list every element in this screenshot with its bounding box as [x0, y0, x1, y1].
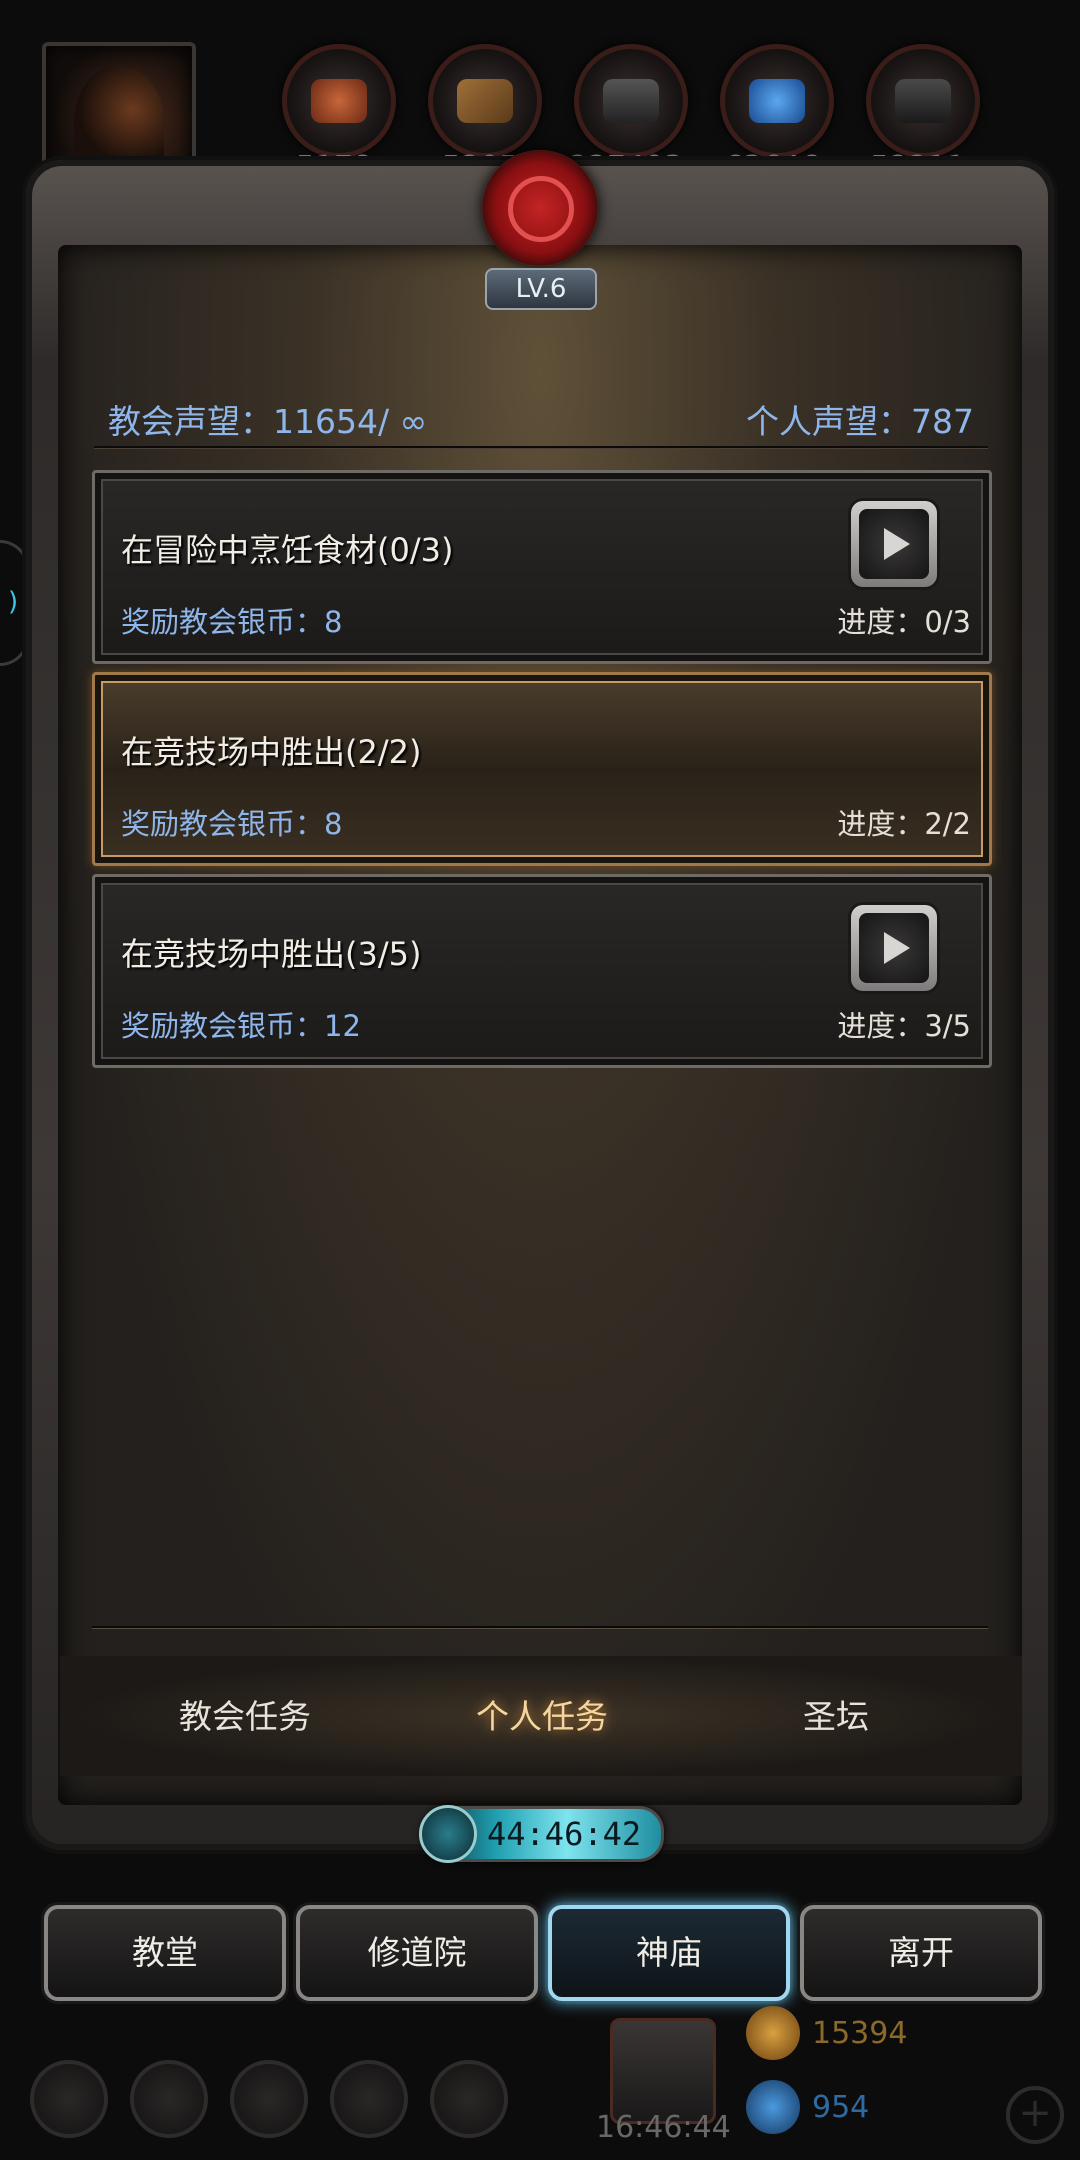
quest-title: 在冒险中烹饪食材(0/3) — [121, 531, 454, 569]
gift-box-icon[interactable] — [610, 2018, 716, 2124]
tab-church-tasks[interactable]: 教会任务 — [125, 1690, 365, 1738]
quest-reward: 奖励教会银币：8 — [121, 807, 343, 841]
tab-personal-tasks[interactable]: 个人任务 — [422, 1690, 662, 1738]
mail-icon[interactable] — [330, 2060, 408, 2138]
quest-reward: 奖励教会银币：12 — [121, 1009, 361, 1043]
tab-divider — [92, 1626, 988, 1628]
hammer-icon[interactable] — [430, 2060, 508, 2138]
personal-reputation: 个人声望：787 — [746, 402, 974, 441]
nav-church-button[interactable]: 教堂 — [44, 1905, 286, 2001]
tab-altar[interactable]: 圣坛 — [716, 1690, 956, 1738]
quest-progress: 进度：0/3 — [837, 605, 971, 639]
stone-icon[interactable] — [866, 44, 980, 158]
play-button[interactable] — [851, 501, 937, 587]
wood-icon[interactable] — [428, 44, 542, 158]
quest-card-selected[interactable]: 在竞技场中胜出(2/2) 奖励教会银币：8 进度：2/2 — [92, 672, 992, 866]
quest-title: 在竞技场中胜出(3/5) — [121, 935, 422, 973]
settings-gear-icon[interactable] — [30, 2060, 108, 2138]
clock-icon — [419, 1805, 477, 1863]
church-reputation: 教会声望：11654/ ∞ — [108, 402, 428, 441]
gem-amount: 954 — [812, 2090, 870, 2125]
nav-monastery-button[interactable]: 修道院 — [296, 1905, 538, 2001]
quest-card[interactable]: 在冒险中烹饪食材(0/3) 奖励教会银币：8 进度：0/3 — [92, 470, 992, 664]
quest-title: 在竞技场中胜出(2/2) — [121, 733, 422, 771]
quest-progress: 进度：3/5 — [837, 1009, 971, 1043]
quest-card[interactable]: 在竞技场中胜出(3/5) 奖励教会银币：12 进度：3/5 — [92, 874, 992, 1068]
gold-coin-icon — [746, 2006, 800, 2060]
play-icon — [884, 932, 910, 964]
add-currency-icon[interactable]: + — [1006, 2086, 1064, 2144]
side-expand-handle[interactable]: ) — [0, 540, 29, 666]
meat-icon[interactable] — [282, 44, 396, 158]
guild-icon[interactable] — [230, 2060, 308, 2138]
crystal-icon[interactable] — [720, 44, 834, 158]
quest-progress: 进度：2/2 — [837, 807, 971, 841]
nav-temple-button[interactable]: 神庙 — [548, 1905, 790, 2001]
game-clock: 16:46:44 — [596, 2110, 731, 2145]
church-crest-icon — [482, 150, 598, 266]
play-button[interactable] — [851, 905, 937, 991]
nav-leave-button[interactable]: 离开 — [800, 1905, 1042, 2001]
gold-amount: 15394 — [812, 2016, 908, 2051]
chevron-icon: ) — [8, 587, 19, 617]
achievement-star-icon[interactable] — [130, 2060, 208, 2138]
refresh-timer: 44:46:42 — [419, 1805, 664, 1863]
quest-reward: 奖励教会银币：8 — [121, 605, 343, 639]
iron-icon[interactable] — [574, 44, 688, 158]
play-icon — [884, 528, 910, 560]
level-badge: LV.6 — [485, 268, 597, 310]
timer-value: 44:46:42 — [487, 1815, 642, 1853]
divider — [94, 446, 988, 448]
gem-icon — [746, 2080, 800, 2134]
